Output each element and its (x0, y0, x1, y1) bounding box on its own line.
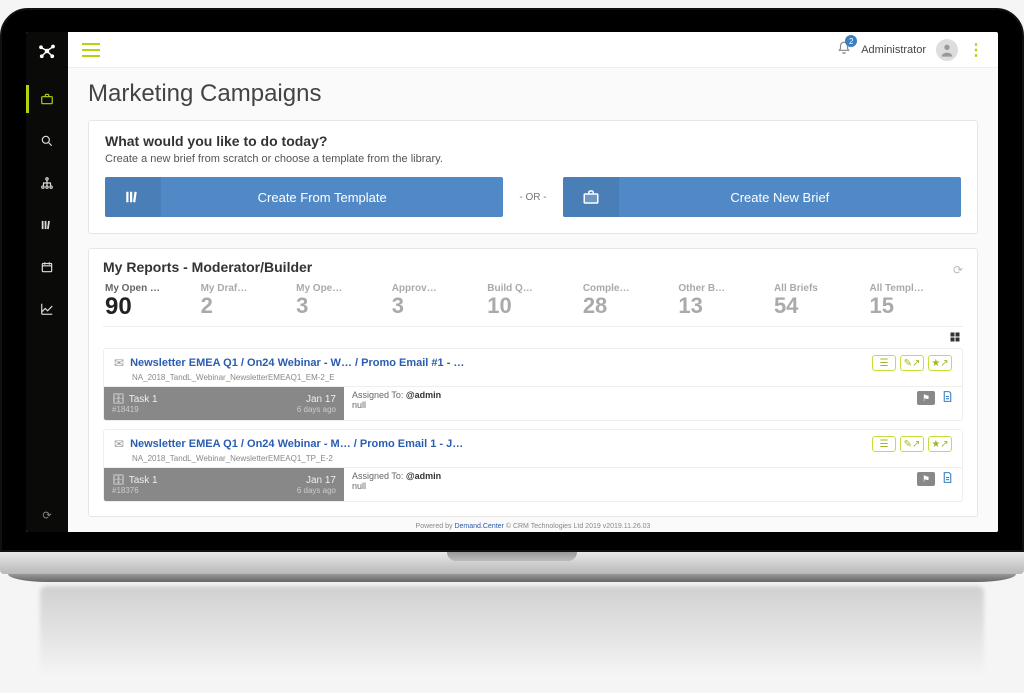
more-menu-icon[interactable]: ⋮ (968, 40, 984, 60)
report-tab[interactable]: All Templ…15 (868, 281, 964, 326)
nav-briefcase-icon[interactable] (26, 85, 68, 113)
report-tab[interactable]: My Draf…2 (199, 281, 295, 326)
nav-analytics-icon[interactable] (26, 295, 68, 323)
flag-icon[interactable]: ⚑ (917, 472, 935, 486)
task-summary[interactable]: 🗄 Task 1 Jan 17 #18376 6 days ago (104, 468, 344, 501)
reports-card: My Reports - Moderator/Builder ⟳ My Open… (88, 248, 978, 517)
tab-count: 2 (201, 294, 289, 318)
brief-item: ✉ Newsletter EMEA Q1 / On24 Webinar - W…… (103, 348, 963, 421)
action-open-icon[interactable]: ★↗ (928, 436, 952, 452)
task-assigned: Assigned To: @adminnull (352, 471, 441, 491)
report-tab[interactable]: My Open …90 (103, 281, 199, 326)
brief-subtitle: NA_2018_TandL_Webinar_NewsletterEMEAQ1_T… (104, 454, 962, 467)
nav-library-icon[interactable] (26, 211, 68, 239)
laptop-screen: ⟳ 2 Administrator (0, 8, 1024, 552)
reports-title: My Reports - Moderator/Builder (103, 259, 312, 275)
briefcase-icon (563, 177, 619, 217)
brief-title-link[interactable]: Newsletter EMEA Q1 / On24 Webinar - W… /… (130, 357, 866, 369)
page-content: Marketing Campaigns What would you like … (68, 68, 998, 532)
task-age: 6 days ago (297, 405, 336, 414)
topbar: 2 Administrator ⋮ (68, 32, 998, 68)
tab-label: Approv… (392, 283, 480, 294)
document-icon[interactable] (941, 471, 954, 487)
report-tab[interactable]: Comple…28 (581, 281, 677, 326)
tab-label: My Draf… (201, 283, 289, 294)
reflection (40, 586, 984, 676)
user-name-label[interactable]: Administrator (861, 44, 926, 56)
flag-icon[interactable]: ⚑ (917, 391, 935, 405)
laptop-base (0, 552, 1024, 574)
mail-icon: ✉ (114, 356, 124, 370)
main-area: 2 Administrator ⋮ Marketing Campaigns Wh… (68, 32, 998, 532)
task-id: #18376 (112, 486, 139, 495)
tab-count: 13 (678, 294, 766, 318)
sidebar: ⟳ (26, 32, 68, 532)
report-tab[interactable]: Approv…3 (390, 281, 486, 326)
tab-count: 3 (296, 294, 384, 318)
action-list-icon[interactable]: ☰ (872, 355, 896, 371)
briefs-list: ✉ Newsletter EMEA Q1 / On24 Webinar - W…… (103, 348, 963, 502)
task-row: 🗄 Task 1 Jan 17 #18419 6 days ago Assigne… (104, 386, 962, 420)
report-tabs: My Open …90My Draf…2My Ope…3Approv…3Buil… (103, 281, 963, 327)
task-name: Task 1 (129, 394, 158, 405)
nav-calendar-icon[interactable] (26, 253, 68, 281)
quick-actions-heading: What would you like to do today? (105, 133, 961, 149)
tab-count: 28 (583, 294, 671, 318)
tab-label: My Ope… (296, 283, 384, 294)
footer: Powered by Demand.Center © CRM Technolog… (88, 517, 978, 532)
report-tab[interactable]: All Briefs54 (772, 281, 868, 326)
tab-count: 54 (774, 294, 862, 318)
task-date: Jan 17 (306, 475, 336, 486)
report-tab[interactable]: Build Q…10 (485, 281, 581, 326)
create-new-brief-button[interactable]: Create New Brief (563, 177, 961, 217)
nav-settings-icon[interactable]: ⟳ (42, 509, 51, 522)
action-list-icon[interactable]: ☰ (872, 436, 896, 452)
footer-link[interactable]: Demand.Center (454, 523, 503, 530)
task-summary[interactable]: 🗄 Task 1 Jan 17 #18419 6 days ago (104, 387, 344, 420)
notifications-icon[interactable]: 2 (837, 41, 851, 58)
task-date: Jan 17 (306, 394, 336, 405)
archive-icon: 🗄 (112, 394, 125, 405)
page-title: Marketing Campaigns (88, 80, 978, 108)
create-brief-label: Create New Brief (619, 190, 961, 205)
tab-count: 15 (870, 294, 958, 318)
report-tab[interactable]: Other B…13 (676, 281, 772, 326)
brief-title-link[interactable]: Newsletter EMEA Q1 / On24 Webinar - M… /… (130, 438, 866, 450)
user-avatar-icon[interactable] (936, 39, 958, 61)
laptop-frame: ⟳ 2 Administrator (0, 8, 1024, 676)
tab-count: 10 (487, 294, 575, 318)
nav-hierarchy-icon[interactable] (26, 169, 68, 197)
document-icon[interactable] (941, 390, 954, 406)
mail-icon: ✉ (114, 437, 124, 451)
brief-subtitle: NA_2018_TandL_Webinar_NewsletterEMEAQ1_E… (104, 373, 962, 386)
notification-badge: 2 (845, 35, 857, 47)
brief-item: ✉ Newsletter EMEA Q1 / On24 Webinar - M…… (103, 429, 963, 502)
task-age: 6 days ago (297, 486, 336, 495)
app-logo-icon (38, 42, 56, 65)
action-edit-icon[interactable]: ✎↗ (900, 436, 924, 452)
task-id: #18419 (112, 405, 139, 414)
laptop-notch (447, 552, 577, 561)
task-name: Task 1 (129, 475, 158, 486)
tab-count: 90 (105, 294, 193, 320)
or-separator: - OR - (519, 192, 546, 203)
grid-view-icon[interactable] (103, 327, 963, 348)
archive-icon: 🗄 (112, 475, 125, 486)
create-template-label: Create From Template (161, 190, 503, 205)
library-icon (105, 177, 161, 217)
app-window: ⟳ 2 Administrator (26, 32, 998, 532)
task-assigned: Assigned To: @adminnull (352, 390, 441, 410)
nav-search-icon[interactable] (26, 127, 68, 155)
quick-actions-subtext: Create a new brief from scratch or choos… (105, 153, 961, 165)
action-open-icon[interactable]: ★↗ (928, 355, 952, 371)
quick-actions-card: What would you like to do today? Create … (88, 120, 978, 234)
refresh-icon[interactable]: ⟳ (953, 263, 963, 277)
menu-toggle-icon[interactable] (82, 43, 100, 57)
create-from-template-button[interactable]: Create From Template (105, 177, 503, 217)
task-row: 🗄 Task 1 Jan 17 #18376 6 days ago Assigne… (104, 467, 962, 501)
report-tab[interactable]: My Ope…3 (294, 281, 390, 326)
tab-count: 3 (392, 294, 480, 318)
action-edit-icon[interactable]: ✎↗ (900, 355, 924, 371)
laptop-edge (8, 574, 1016, 582)
